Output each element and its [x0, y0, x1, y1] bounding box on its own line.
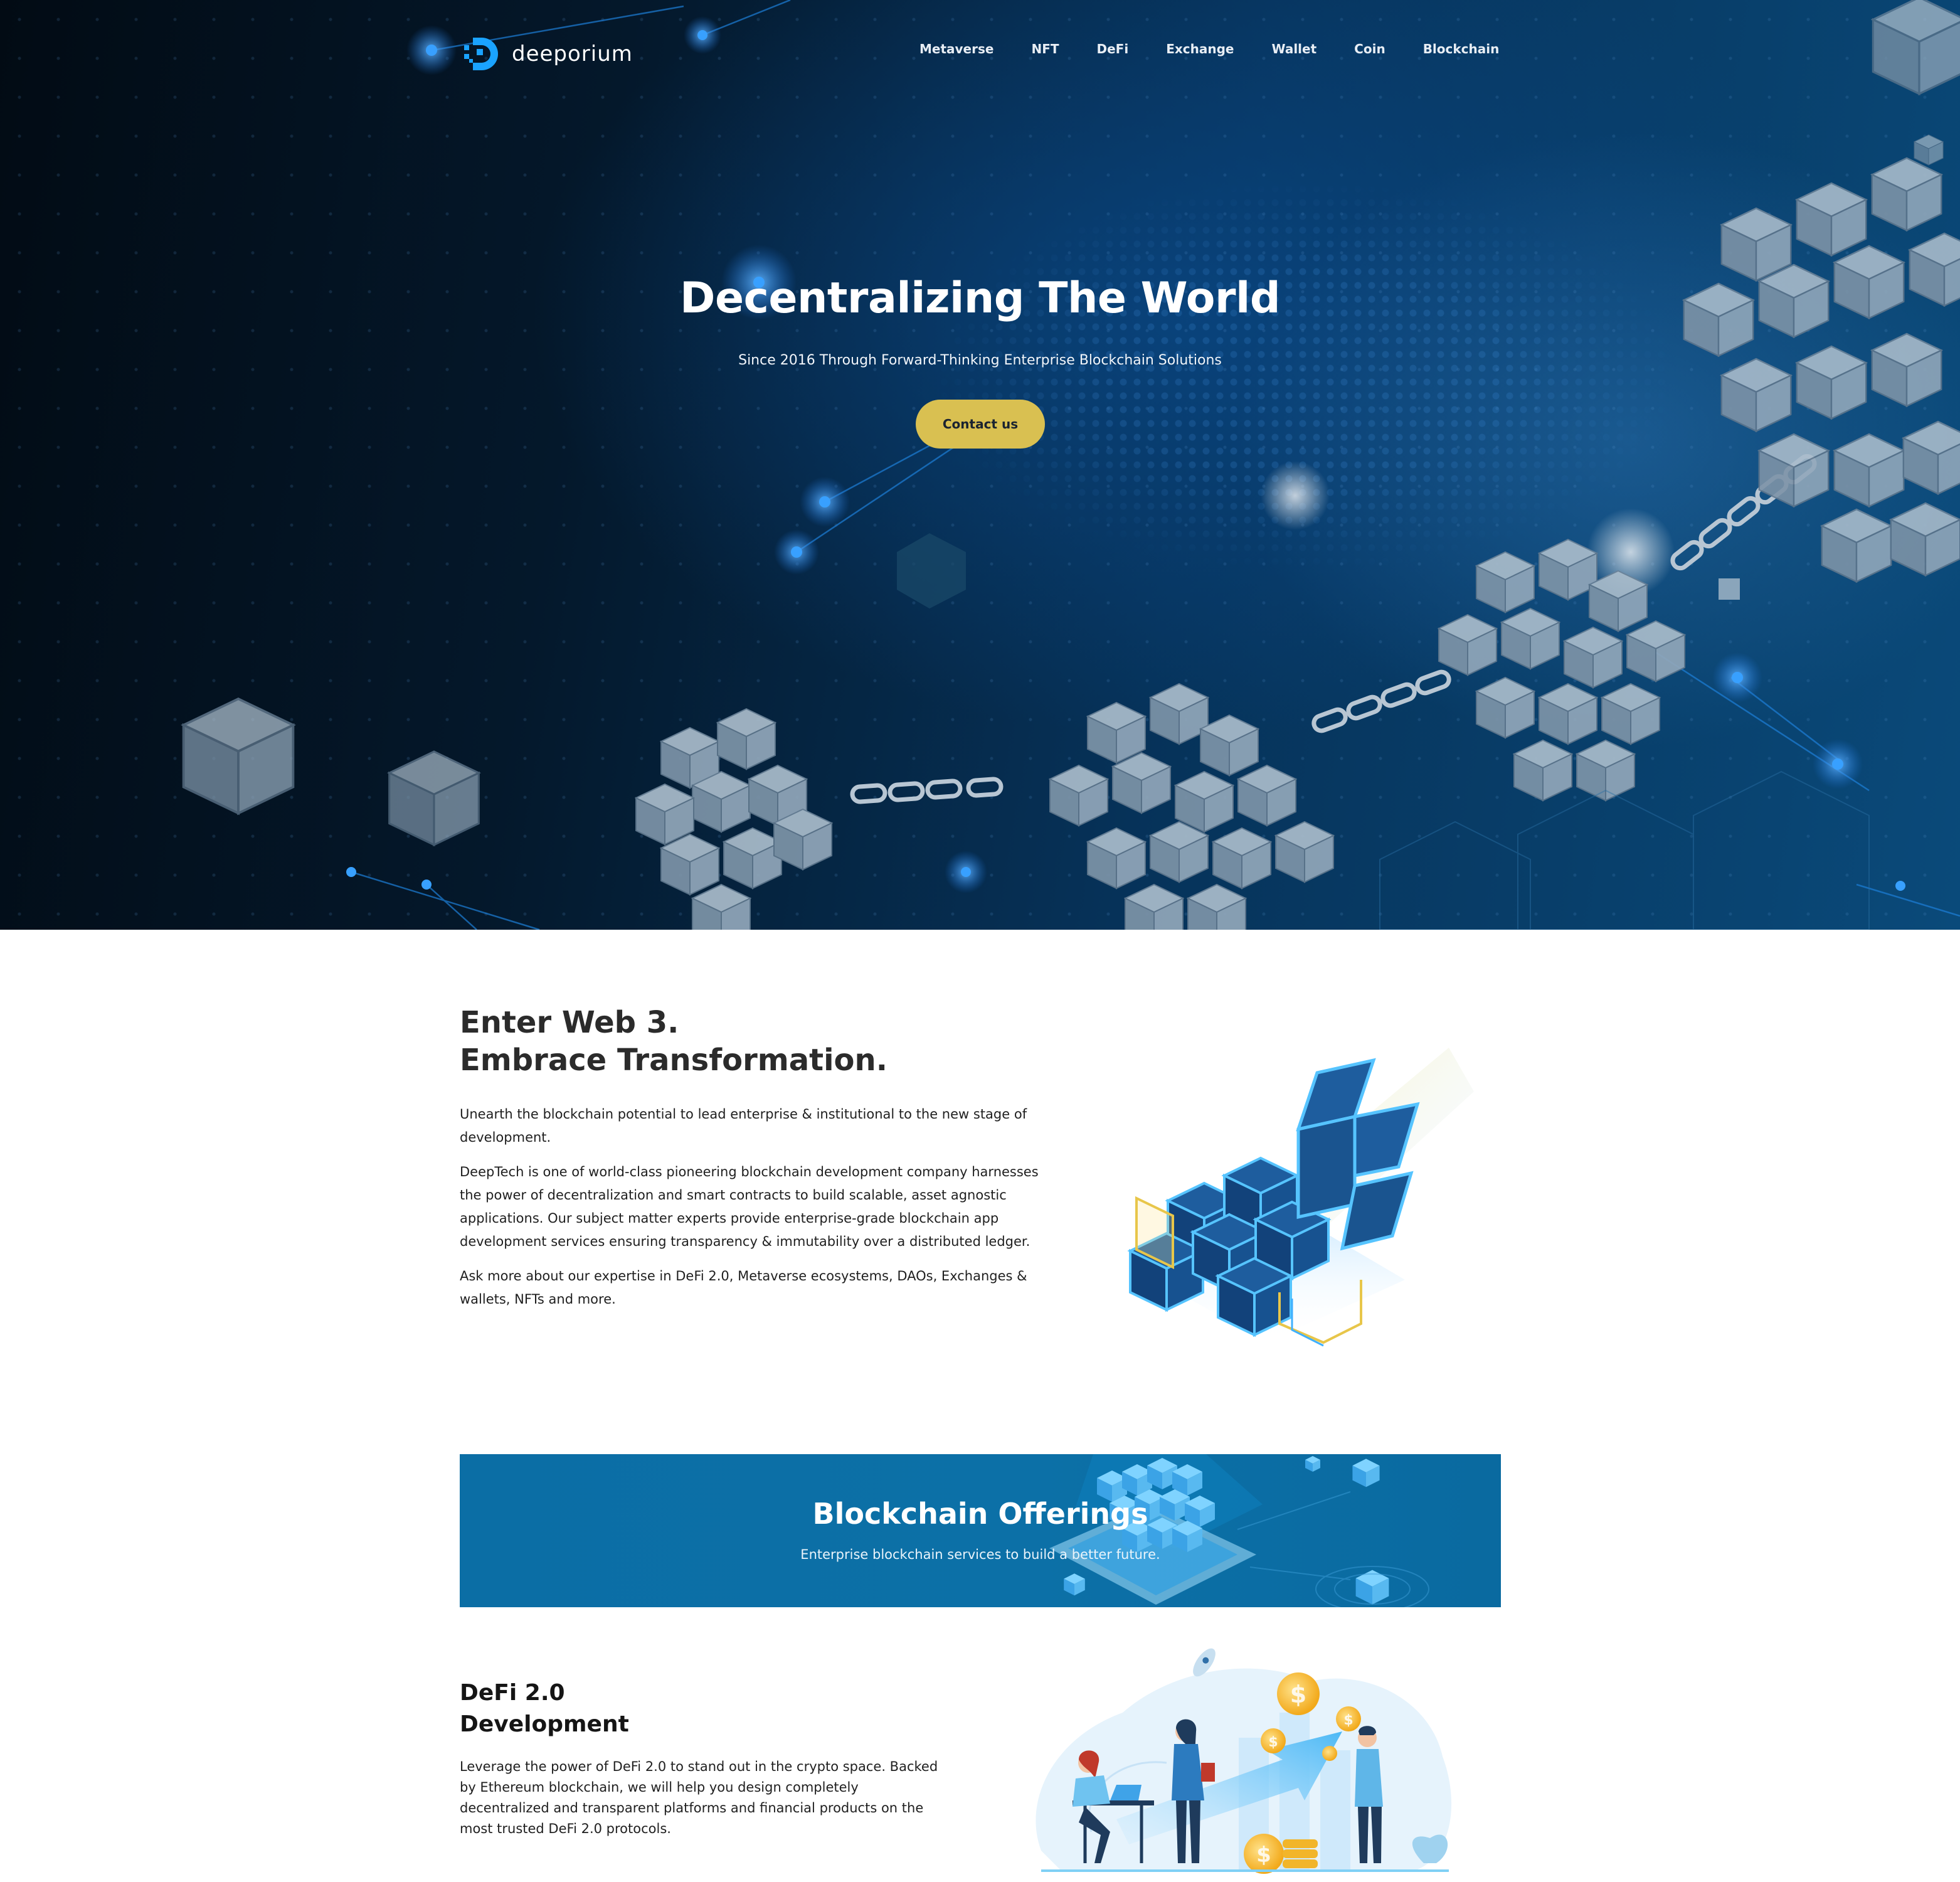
defi-growth-illustration: $ $ $ $	[1036, 1648, 1452, 1874]
web3-heading-line2: Embrace Transformation.	[460, 1043, 887, 1078]
offerings-subtitle: Enterprise blockchain services to build …	[800, 1547, 1160, 1562]
defi-paragraph: Leverage the power of DeFi 2.0 to stand …	[460, 1759, 938, 1836]
svg-text:$: $	[1256, 1842, 1271, 1868]
offerings-title: Blockchain Offerings	[812, 1497, 1148, 1531]
svg-text:$: $	[1268, 1735, 1278, 1750]
web3-paragraph: Unearth the blockchain potential to lead…	[460, 1107, 1027, 1145]
svg-text:$: $	[1343, 1713, 1353, 1728]
nav-item-nft[interactable]: NFT	[1031, 41, 1059, 56]
nav-item-coin[interactable]: Coin	[1354, 41, 1385, 56]
defi-heading: DeFi 2.0 Development	[460, 1677, 961, 1740]
web3-heading: Enter Web 3. Embrace Transformation.	[460, 1004, 1062, 1079]
nav-item-metaverse[interactable]: Metaverse	[919, 41, 993, 56]
hero-subtitle: Since 2016 Through Forward-Thinking Ente…	[738, 353, 1222, 368]
offerings-banner-illustration	[1049, 1454, 1429, 1607]
isometric-blockchain-illustration	[1129, 1048, 1474, 1347]
web3-paragraph: DeepTech is one of world-class pioneerin…	[460, 1164, 1039, 1249]
hero-blockchain-illustration	[182, 0, 1960, 930]
defi-heading-line2: Development	[460, 1711, 629, 1737]
brand-name: deeporium	[512, 41, 633, 66]
svg-text:$: $	[1290, 1681, 1306, 1708]
top-navigation: deeporium Metaverse NFT DeFi Exchange Wa…	[0, 0, 1960, 107]
web3-section: Enter Web 3. Embrace Transformation. Une…	[460, 1004, 1062, 1311]
nav-item-defi[interactable]: DeFi	[1097, 41, 1129, 56]
web3-paragraph: Ask more about our expertise in DeFi 2.0…	[460, 1268, 1027, 1307]
defi-section: DeFi 2.0 Development Leverage the power …	[460, 1677, 961, 1839]
hero-section: deeporium Metaverse NFT DeFi Exchange Wa…	[0, 0, 1960, 930]
nav-item-exchange[interactable]: Exchange	[1166, 41, 1234, 56]
deeporium-logo-icon	[464, 38, 498, 70]
brand-logo[interactable]: deeporium	[460, 35, 633, 73]
web3-heading-line1: Enter Web 3.	[460, 1005, 679, 1040]
nav-item-wallet[interactable]: Wallet	[1271, 41, 1316, 56]
nav-item-blockchain[interactable]: Blockchain	[1423, 41, 1500, 56]
defi-heading-line1: DeFi 2.0	[460, 1680, 565, 1706]
offerings-banner: Blockchain Offerings Enterprise blockcha…	[460, 1454, 1501, 1607]
main-nav: Metaverse NFT DeFi Exchange Wallet Coin …	[919, 41, 1499, 56]
hero-title: Decentralizing The World	[680, 274, 1281, 323]
contact-us-button[interactable]: Contact us	[916, 400, 1045, 449]
